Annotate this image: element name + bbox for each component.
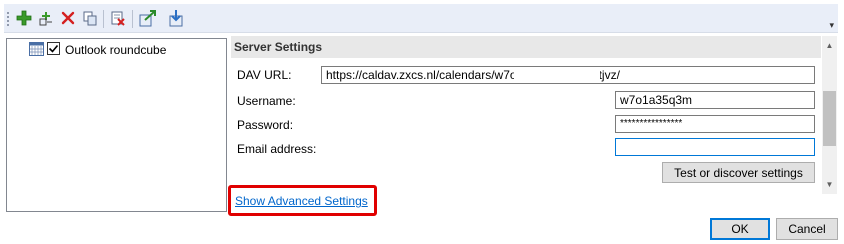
username-label: Username: xyxy=(237,94,296,108)
toolbar: ▾ xyxy=(4,4,838,33)
tree-item-outlook-roundcube[interactable]: Outlook roundcube xyxy=(29,41,168,59)
calendar-icon xyxy=(29,41,44,59)
username-field[interactable]: w7o1a35q3m xyxy=(615,91,815,109)
overflow-chevron-icon[interactable]: ▾ xyxy=(829,21,834,30)
password-value: **************** xyxy=(620,118,683,129)
settings-panel: Server Settings DAV URL: https://caldav.… xyxy=(231,36,837,194)
settings-scrollbar[interactable]: ▲ ▼ xyxy=(822,36,837,194)
scroll-thumb[interactable] xyxy=(823,91,836,146)
cancel-button[interactable]: Cancel xyxy=(776,218,838,240)
dav-url-field[interactable]: https://caldav.zxcs.nl/calendars/w7o1a35… xyxy=(321,66,815,84)
copy-icon[interactable] xyxy=(80,8,100,28)
import-icon[interactable] xyxy=(166,8,186,28)
ok-button[interactable]: OK xyxy=(710,218,770,240)
toolbar-separator xyxy=(103,10,104,28)
password-label: Password: xyxy=(237,118,294,132)
export-icon[interactable] xyxy=(138,8,158,28)
clear-cache-icon[interactable] xyxy=(108,8,128,28)
tree-item-label[interactable]: Outlook roundcube xyxy=(63,42,168,58)
scroll-up-icon[interactable]: ▲ xyxy=(822,38,837,53)
password-field[interactable]: **************** xyxy=(615,115,815,133)
dav-url-label: DAV URL: xyxy=(237,68,292,82)
tree-item-checkbox[interactable] xyxy=(47,42,60,58)
add-icon[interactable] xyxy=(14,8,34,28)
scroll-down-icon[interactable]: ▼ xyxy=(822,177,837,192)
test-discover-button[interactable]: Test or discover settings xyxy=(662,162,815,183)
toolbar-grip[interactable] xyxy=(7,11,9,27)
email-field[interactable] xyxy=(615,138,815,156)
add-multiple-icon[interactable] xyxy=(36,8,56,28)
email-label: Email address: xyxy=(237,142,317,156)
redaction-mask xyxy=(514,68,600,82)
username-value: w7o1a35q3m xyxy=(620,93,693,107)
section-header-server-settings: Server Settings xyxy=(231,36,821,58)
toolbar-separator xyxy=(132,10,133,28)
profile-tree: Outlook roundcube xyxy=(6,38,227,212)
show-advanced-settings-link[interactable]: Show Advanced Settings xyxy=(235,194,368,208)
delete-icon[interactable] xyxy=(58,8,78,28)
